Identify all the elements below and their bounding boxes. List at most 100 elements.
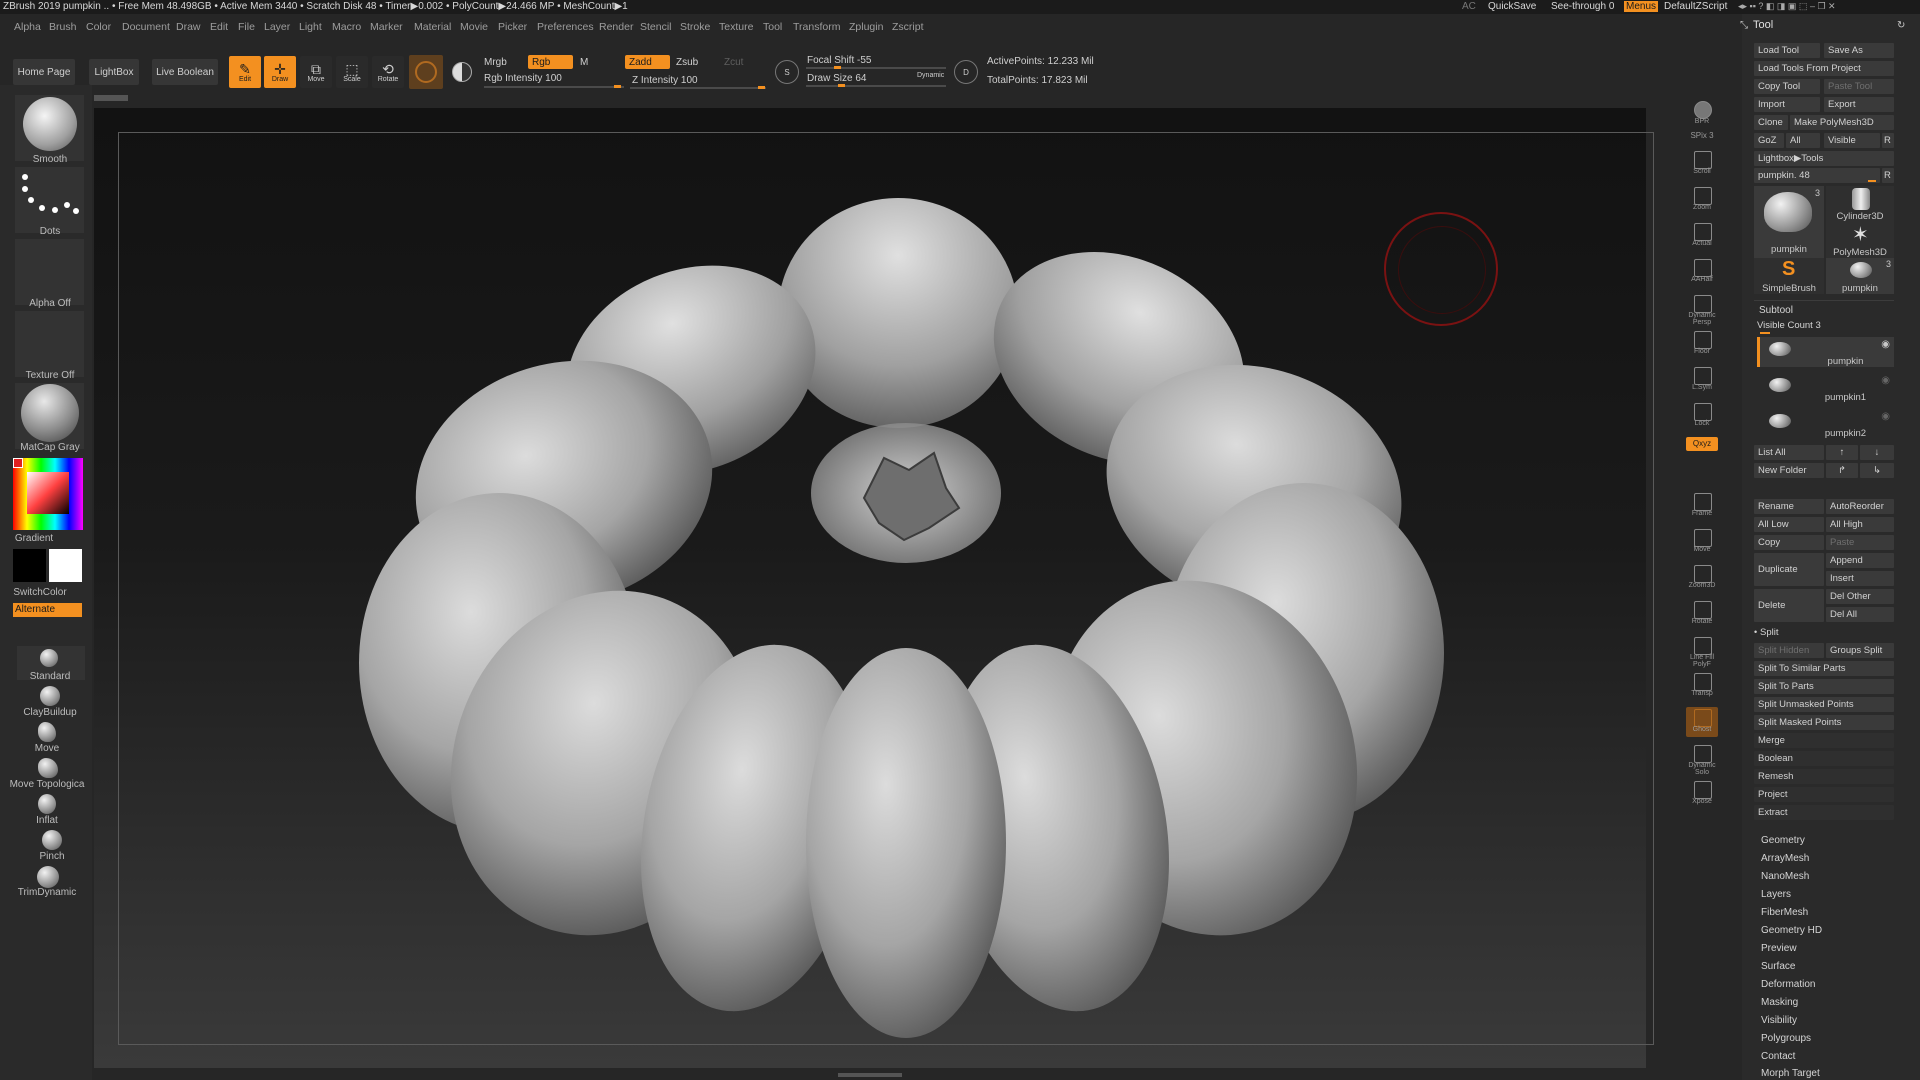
stroke-selector[interactable] bbox=[15, 167, 84, 233]
frame-button[interactable]: Frame bbox=[1686, 491, 1718, 521]
palette-drag-icon[interactable]: ⤡ bbox=[1740, 20, 1748, 31]
split-header[interactable]: Split bbox=[1760, 627, 1778, 638]
menu-layer[interactable]: Layer bbox=[264, 21, 290, 33]
home-page-button[interactable]: Home Page bbox=[13, 59, 75, 85]
brush-label-trimdynamic[interactable]: TrimDynamic bbox=[0, 887, 97, 898]
section-morph-target[interactable]: Morph Target bbox=[1761, 1068, 1820, 1079]
solo-button[interactable]: Dynamic Solo bbox=[1686, 743, 1718, 776]
subtool-row[interactable]: pumpkin1 ◉ bbox=[1757, 373, 1894, 403]
ac-label[interactable]: AC bbox=[1462, 1, 1476, 12]
goz-all-button[interactable]: All bbox=[1786, 133, 1820, 148]
subtool-row-active[interactable]: pumpkin ◉ bbox=[1757, 337, 1894, 367]
menu-stroke[interactable]: Stroke bbox=[680, 21, 710, 33]
rotate-view-button[interactable]: Rotate bbox=[1686, 599, 1718, 629]
section-surface[interactable]: Surface bbox=[1761, 961, 1795, 972]
all-low-button[interactable]: All Low bbox=[1754, 517, 1824, 532]
subtool-header[interactable]: Subtool bbox=[1759, 305, 1793, 316]
zoom3d-button[interactable]: Zoom3D bbox=[1686, 563, 1718, 593]
load-tool-button[interactable]: Load Tool bbox=[1754, 43, 1820, 58]
menu-zscript[interactable]: Zscript bbox=[892, 21, 924, 33]
remesh-section[interactable]: Remesh bbox=[1754, 769, 1894, 784]
current-tool-slider[interactable]: pumpkin. 48 bbox=[1754, 168, 1880, 183]
section-deformation[interactable]: Deformation bbox=[1761, 979, 1815, 990]
subtool-row[interactable]: pumpkin2 ◉ bbox=[1757, 409, 1894, 439]
menu-stencil[interactable]: Stencil bbox=[640, 21, 672, 33]
texture-selector[interactable] bbox=[15, 311, 84, 377]
paste-tool-button[interactable]: Paste Tool bbox=[1824, 79, 1894, 94]
export-button[interactable]: Export bbox=[1824, 97, 1894, 112]
panel-refresh-icon[interactable]: ↻ bbox=[1897, 20, 1905, 31]
paste-subtool-button[interactable]: Paste bbox=[1826, 535, 1894, 550]
visible-count-slider[interactable]: Visible Count 3 bbox=[1757, 320, 1821, 331]
alpha-selector[interactable] bbox=[15, 239, 84, 305]
brush-label-inflat[interactable]: Inflat bbox=[0, 815, 97, 826]
menu-material[interactable]: Material bbox=[414, 21, 451, 33]
rotate-button[interactable]: ⟲ Rotate bbox=[372, 56, 404, 88]
focal-shift-knob[interactable] bbox=[834, 66, 841, 69]
current-tool-knob[interactable] bbox=[1868, 180, 1876, 182]
actual-button[interactable]: Actual bbox=[1686, 221, 1718, 251]
menu-zplugin[interactable]: Zplugin bbox=[849, 21, 883, 33]
brush-label-claybuildup[interactable]: ClayBuildup bbox=[0, 707, 100, 718]
import-button[interactable]: Import bbox=[1754, 97, 1820, 112]
move-down-icon[interactable]: ↳ bbox=[1860, 463, 1894, 478]
menu-tool[interactable]: Tool bbox=[763, 21, 782, 33]
section-masking[interactable]: Masking bbox=[1761, 997, 1798, 1008]
window-controls[interactable]: ◂▸ ▪▪ ? ◧ ◨ ▣ ⬚ – ❐ ✕ bbox=[1738, 1, 1836, 12]
duplicate-button[interactable]: Duplicate bbox=[1754, 553, 1824, 586]
brush-label-pinch[interactable]: Pinch bbox=[2, 851, 102, 862]
tool-panel-title[interactable]: Tool bbox=[1753, 19, 1773, 31]
menu-picker[interactable]: Picker bbox=[498, 21, 527, 33]
lsym-button[interactable]: L.Sym bbox=[1686, 365, 1718, 395]
rgb-intensity-knob[interactable] bbox=[614, 85, 621, 88]
list-all-button[interactable]: List All bbox=[1754, 445, 1824, 460]
load-tools-from-project-button[interactable]: Load Tools From Project bbox=[1754, 61, 1894, 76]
del-other-button[interactable]: Del Other bbox=[1826, 589, 1894, 604]
polyf-button[interactable]: Line Fill PolyF bbox=[1686, 635, 1718, 668]
scroll-button[interactable]: Scroll bbox=[1686, 149, 1718, 179]
script-label[interactable]: DefaultZScript bbox=[1664, 1, 1727, 12]
split-hidden-button[interactable]: Split Hidden bbox=[1754, 643, 1824, 658]
rgb-intensity-track[interactable] bbox=[484, 86, 624, 88]
menu-document[interactable]: Document bbox=[122, 21, 170, 33]
eye-icon[interactable]: ◉ bbox=[1881, 339, 1890, 350]
move-up-icon[interactable]: ↱ bbox=[1826, 463, 1858, 478]
extract-section[interactable]: Extract bbox=[1754, 805, 1894, 820]
section-nanomesh[interactable]: NanoMesh bbox=[1761, 871, 1809, 882]
draw-size-track[interactable] bbox=[806, 85, 946, 87]
draw-button[interactable]: ✛ Draw bbox=[264, 56, 296, 88]
ghost-button[interactable]: Ghost bbox=[1686, 707, 1718, 737]
menu-file[interactable]: File bbox=[238, 21, 255, 33]
floor-button[interactable]: Floor bbox=[1686, 329, 1718, 359]
transp-button[interactable]: Transp bbox=[1686, 671, 1718, 701]
dynamic-toggle[interactable]: Dynamic bbox=[917, 72, 944, 79]
section-layers[interactable]: Layers bbox=[1761, 889, 1791, 900]
visible-count-knob[interactable] bbox=[1760, 332, 1770, 334]
secondary-color-swatch[interactable] bbox=[13, 549, 46, 582]
copy-subtool-button[interactable]: Copy bbox=[1754, 535, 1824, 550]
move-button[interactable]: ⧉ Move bbox=[300, 56, 332, 88]
zcut-toggle[interactable]: Zcut bbox=[724, 57, 743, 68]
menu-color[interactable]: Color bbox=[86, 21, 111, 33]
material-sphere-button[interactable] bbox=[409, 55, 443, 89]
section-geometry[interactable]: Geometry bbox=[1761, 835, 1805, 846]
z-intensity-knob[interactable] bbox=[758, 86, 765, 89]
arrow-down-icon[interactable]: ↓ bbox=[1860, 445, 1894, 460]
tool-thumb-polymesh3d[interactable]: ✶ PolyMesh3D bbox=[1826, 222, 1894, 258]
menu-transform[interactable]: Transform bbox=[793, 21, 840, 33]
focal-shift-slider[interactable]: Focal Shift -55 bbox=[807, 55, 871, 66]
section-fibermesh[interactable]: FiberMesh bbox=[1761, 907, 1808, 918]
main-color-swatch[interactable] bbox=[49, 549, 82, 582]
menu-macro[interactable]: Macro bbox=[332, 21, 361, 33]
menu-marker[interactable]: Marker bbox=[370, 21, 403, 33]
zsub-toggle[interactable]: Zsub bbox=[676, 57, 698, 68]
copy-tool-button[interactable]: Copy Tool bbox=[1754, 79, 1820, 94]
color-square[interactable] bbox=[27, 472, 69, 514]
material-selector[interactable] bbox=[15, 383, 84, 449]
move-view-button[interactable]: Move bbox=[1686, 527, 1718, 557]
autoreorder-button[interactable]: AutoReorder bbox=[1826, 499, 1894, 514]
new-folder-button[interactable]: New Folder bbox=[1754, 463, 1824, 478]
append-button[interactable]: Append bbox=[1826, 553, 1894, 568]
zadd-toggle[interactable]: Zadd bbox=[625, 55, 670, 69]
rgb-intensity-slider[interactable]: Rgb Intensity 100 bbox=[484, 73, 562, 84]
